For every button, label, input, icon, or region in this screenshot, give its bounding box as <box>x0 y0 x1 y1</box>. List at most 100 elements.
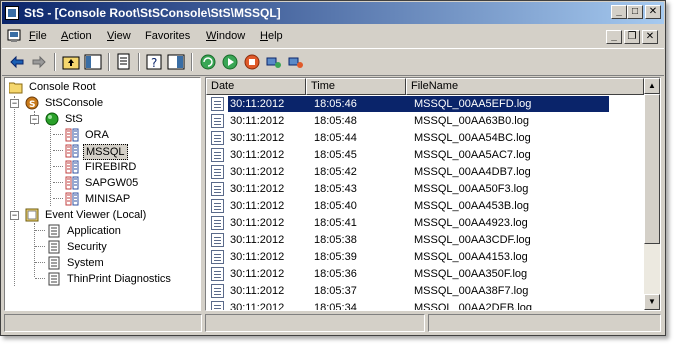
status-pane-left <box>4 314 202 332</box>
status-pane-middle <box>205 314 425 332</box>
minimize-button[interactable]: _ <box>611 5 627 19</box>
menu-action[interactable]: Action <box>61 30 92 42</box>
maximize-button[interactable]: □ <box>627 5 643 19</box>
cell-file: MSSQL_00AA4923.log <box>414 217 528 229</box>
log-file-icon <box>211 233 224 247</box>
cell-date: 30:11:2012 <box>230 115 285 127</box>
column-header-filename[interactable]: FileName <box>406 78 644 95</box>
cell-time: 18:05:45 <box>314 149 357 161</box>
menu-favorites[interactable]: Favorites <box>145 30 190 42</box>
log-file-icon <box>211 182 224 196</box>
scroll-up-button[interactable]: ▲ <box>644 78 660 94</box>
cell-time: 18:05:40 <box>314 200 357 212</box>
folder-icon <box>9 82 23 94</box>
stop-icon[interactable] <box>243 53 261 71</box>
properties-icon[interactable] <box>167 53 185 71</box>
svg-text:S: S <box>29 100 35 110</box>
log-file-icon <box>211 165 224 179</box>
cell-date: 30:11:2012 <box>230 149 285 161</box>
mdi-close-button[interactable]: ✕ <box>642 30 658 44</box>
menu-view[interactable]: View <box>107 30 131 42</box>
database-icon <box>65 192 79 206</box>
cell-file: MSSQL_00AA5EFD.log <box>414 98 532 110</box>
collapse-toggle[interactable]: − <box>10 99 19 108</box>
log-file-icon <box>211 131 224 145</box>
cell-date: 30:11:2012 <box>230 132 285 144</box>
database-icon <box>65 128 79 142</box>
tree-pane[interactable]: Console Root − S StSConsole − StS ORA MSS… <box>4 77 201 311</box>
cell-date: 30:11:2012 <box>230 285 285 297</box>
log-file-icon <box>211 114 224 128</box>
column-header-time[interactable]: Time <box>306 78 406 95</box>
cell-date: 30:11:2012 <box>230 234 285 246</box>
log-file-icon <box>211 284 224 298</box>
connect-icon[interactable] <box>265 53 283 71</box>
menu-bar: File Action View Favorites Window Help _ ❐ ✕ <box>2 25 664 47</box>
back-arrow-icon[interactable] <box>8 53 26 71</box>
cell-file: MSSQL_00AA38F7.log <box>414 285 529 297</box>
cell-file: MSSQL_00AA5AC7.log <box>414 149 531 161</box>
database-icon <box>65 160 79 174</box>
help-icon[interactable]: ? <box>145 53 163 71</box>
log-file-icon <box>211 199 224 213</box>
cell-time: 18:05:41 <box>314 217 357 229</box>
cell-file: MSSQL_00AA2DEB.log <box>414 302 533 311</box>
window-title: StS - [Console Root\StSConsole\StS\MSSQL… <box>24 6 281 20</box>
title-bar[interactable]: StS - [Console Root\StSConsole\StS\MSSQL… <box>2 2 664 24</box>
cell-date: 30:11:2012 <box>230 217 285 229</box>
cell-time: 18:05:36 <box>314 268 357 280</box>
cell-file: MSSQL_00AA3CDF.log <box>414 234 531 246</box>
database-icon <box>65 144 79 158</box>
svg-text:?: ? <box>151 56 157 70</box>
mdi-minimize-button[interactable]: _ <box>606 30 622 44</box>
start-icon[interactable] <box>221 53 239 71</box>
event-log-icon <box>48 272 60 286</box>
vertical-scrollbar[interactable]: ▲ ▼ <box>644 78 660 310</box>
close-button[interactable]: ✕ <box>645 5 661 19</box>
list-pane[interactable]: Date Time FileName 30:11:2012 18:05:46 MSS… <box>205 77 661 311</box>
cell-date: 30:11:2012 <box>230 251 285 263</box>
collapse-toggle[interactable]: − <box>30 115 39 124</box>
cell-time: 18:05:42 <box>314 166 357 178</box>
cell-file: MSSQL_00AA54BC.log <box>414 132 531 144</box>
log-file-icon <box>211 148 224 162</box>
cell-file: MSSQL_00AA350F.log <box>414 268 528 280</box>
cell-date: 30:11:2012 <box>230 302 285 311</box>
cell-date: 30:11:2012 <box>230 166 285 178</box>
event-log-icon <box>48 256 60 270</box>
refresh-icon[interactable] <box>199 53 217 71</box>
app-icon <box>5 6 19 20</box>
cell-date: 30:11:2012 <box>230 268 285 280</box>
scroll-down-button[interactable]: ▼ <box>644 294 660 310</box>
status-pane-right <box>428 314 661 332</box>
up-folder-icon[interactable] <box>62 53 80 71</box>
scroll-thumb[interactable] <box>644 94 660 244</box>
cell-file: MSSQL_00AA63B0.log <box>414 115 529 127</box>
event-log-icon <box>48 224 60 238</box>
log-file-icon <box>211 97 224 111</box>
export-list-icon[interactable] <box>115 53 133 71</box>
forward-arrow-icon[interactable] <box>30 53 48 71</box>
menu-help[interactable]: Help <box>260 30 283 42</box>
log-file-icon <box>211 250 224 264</box>
cell-time: 18:05:43 <box>314 183 357 195</box>
cell-time: 18:05:38 <box>314 234 357 246</box>
collapse-toggle[interactable]: − <box>10 211 19 220</box>
cell-time: 18:05:44 <box>314 132 357 144</box>
cell-file: MSSQL_00AA50F3.log <box>414 183 529 195</box>
cell-date: 30:11:2012 <box>230 200 285 212</box>
mdi-restore-button[interactable]: ❐ <box>624 30 640 44</box>
menu-file[interactable]: File <box>29 30 47 42</box>
cell-time: 18:05:37 <box>314 285 357 297</box>
green-status-icon <box>45 112 59 126</box>
menu-window[interactable]: Window <box>206 30 245 42</box>
cell-file: MSSQL_00AA4153.log <box>414 251 528 263</box>
console-icon[interactable] <box>6 28 22 44</box>
column-header-date[interactable]: Date <box>206 78 306 95</box>
log-file-icon <box>211 301 224 310</box>
show-hide-tree-icon[interactable] <box>84 53 102 71</box>
disconnect-icon[interactable] <box>287 53 305 71</box>
cell-date: 30:11:2012 <box>230 183 285 195</box>
cell-file: MSSQL_00AA453B.log <box>414 200 529 212</box>
toolbar: ? <box>2 48 664 76</box>
